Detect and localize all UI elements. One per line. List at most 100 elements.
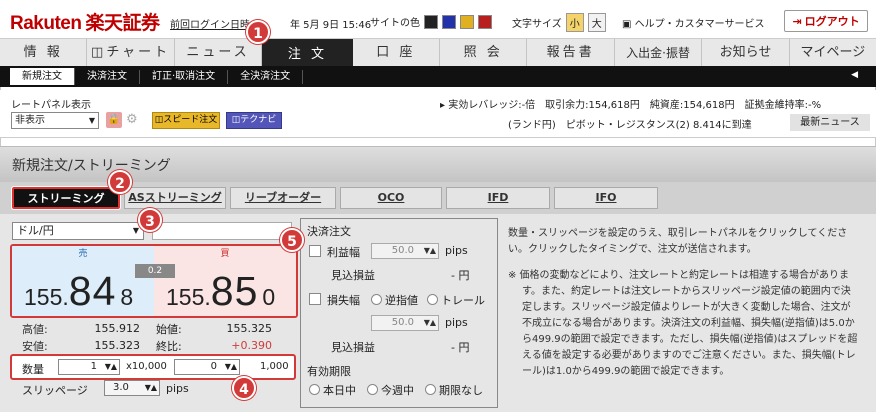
tab-deposit[interactable]: 入出金·振替 xyxy=(615,39,703,66)
tech-navi-button[interactable]: ◫テクナビ xyxy=(226,112,282,129)
bid-rate-button[interactable]: 売 155.84 8 xyxy=(12,246,154,316)
trail-radio[interactable] xyxy=(427,294,438,305)
quantity-row: 数量 1 ▼▲ x10,000 0 ▼▲ 1,000 xyxy=(10,354,296,380)
profit-label: 利益幅 xyxy=(327,246,360,259)
font-large-button[interactable]: 大 xyxy=(587,13,606,32)
tab-leave-order[interactable]: リーブオーダー xyxy=(230,187,336,209)
news-ticker[interactable]: (ランド円) ピボット・レジスタンス(2) 8.414に到達 xyxy=(508,116,752,131)
collapse-arrow-icon[interactable]: ◀ xyxy=(851,70,858,80)
instructions-intro: 数量・スリッページを設定のうえ、取引レートパネルをクリックしてください。クリック… xyxy=(508,228,848,255)
change-label: 終比: xyxy=(156,339,182,353)
last-login-link[interactable]: 前回ログイン日時 xyxy=(170,16,250,31)
stepper-arrows-icon[interactable]: ▼▲ xyxy=(424,244,436,258)
quantity-label: 数量 xyxy=(22,363,44,376)
last-login-date: 年 5月 9日 15:46 xyxy=(290,20,372,31)
quantity-unit: 1,000 xyxy=(260,361,289,372)
color-swatch-black[interactable] xyxy=(424,14,438,29)
tab-mypage[interactable]: マイページ xyxy=(790,39,876,66)
logo[interactable]: Rakuten 楽天証券 xyxy=(10,8,160,35)
tab-inquiry[interactable]: 照 会 xyxy=(440,39,528,66)
font-small-button[interactable]: 小 xyxy=(565,13,584,32)
stepper-arrows-icon[interactable]: ▼▲ xyxy=(424,316,436,330)
help-link[interactable]: ▣ ヘルプ・カスタマーサービス xyxy=(622,15,764,30)
validity-today-label: 本日中 xyxy=(323,384,356,397)
tab-as-streaming[interactable]: ASストリーミング xyxy=(124,187,226,209)
loss-est-label: 見込損益 xyxy=(331,341,375,354)
trail-label: トレール xyxy=(441,294,485,307)
tab-ifd[interactable]: IFD xyxy=(446,187,550,209)
stop-radio[interactable] xyxy=(371,294,382,305)
window-icon: ◫ xyxy=(154,115,164,125)
stepper-arrows-icon[interactable]: ▼▲ xyxy=(105,360,117,374)
validity-week-radio[interactable] xyxy=(367,384,378,395)
page-title: 新規注文/ストリーミング xyxy=(12,158,171,174)
pair-extra-field xyxy=(152,222,292,240)
high-label: 高値: xyxy=(22,322,48,336)
tab-chart[interactable]: ◫チャート xyxy=(87,39,175,66)
subnav-settle-order[interactable]: 決済注文 xyxy=(75,69,140,84)
site-color-label: サイトの色 xyxy=(370,18,420,29)
loss-unit: pips xyxy=(445,316,468,329)
speed-order-button[interactable]: ◫スピード注文 xyxy=(152,112,220,129)
rate-panel-label: レートパネル表示 xyxy=(11,100,91,111)
order-type-tabs: ストリーミング ASストリーミング リーブオーダー OCO IFD IFO xyxy=(0,182,876,214)
rate-panel-select[interactable]: 非表示 ▼ xyxy=(11,112,99,129)
subnav-modify-order[interactable]: 訂正·取消注文 xyxy=(140,69,229,84)
tab-info[interactable]: 情 報 xyxy=(0,39,88,66)
logout-button[interactable]: ⇥ ログアウト xyxy=(784,10,868,32)
profit-checkbox[interactable] xyxy=(309,245,321,257)
validity-today-radio[interactable] xyxy=(309,384,320,395)
profit-stepper[interactable]: 50.0 ▼▲ xyxy=(371,243,439,259)
subnav-all-settle[interactable]: 全決済注文 xyxy=(228,69,304,84)
validity-none-radio[interactable] xyxy=(425,384,436,395)
loss-checkbox[interactable] xyxy=(309,293,321,305)
validity-week-label: 今週中 xyxy=(381,384,414,397)
subnav-new-order[interactable]: 新規注文 xyxy=(10,68,75,85)
loss-label: 損失幅 xyxy=(327,294,360,307)
change-value: +0.390 xyxy=(231,339,272,352)
quantity-multiplier: x10,000 xyxy=(126,361,167,372)
chevron-down-icon: ▼ xyxy=(88,116,95,125)
stepper-arrows-icon[interactable]: ▼▲ xyxy=(145,381,157,395)
gear-icon[interactable]: ⚙ xyxy=(126,112,142,128)
color-swatch-yellow[interactable] xyxy=(460,14,474,29)
currency-pair-select[interactable]: ドル/円 ▼ xyxy=(12,222,144,240)
loss-stepper[interactable]: 50.0 ▼▲ xyxy=(371,315,439,331)
price-stats: 高値: 155.912 始値: 155.325 安値: 155.323 終比: … xyxy=(22,320,292,354)
tab-account[interactable]: 口 座 xyxy=(353,39,441,66)
quantity-stepper-2[interactable]: 0 ▼▲ xyxy=(174,359,240,375)
loss-est-value: - 円 xyxy=(451,341,470,354)
open-label: 始値: xyxy=(156,322,182,336)
ask-price: 155.85 0 xyxy=(166,268,276,314)
bid-price: 155.84 8 xyxy=(24,268,134,314)
ask-label: 買 xyxy=(220,249,230,259)
tab-notice[interactable]: お知らせ xyxy=(702,39,790,66)
tab-news[interactable]: ニュース xyxy=(175,39,263,66)
low-label: 安値: xyxy=(22,339,48,353)
spread-badge: 0.2 xyxy=(135,264,175,278)
annotation-marker-1: 1 xyxy=(246,20,270,44)
profit-est-label: 見込損益 xyxy=(331,269,375,282)
order-panel: ドル/円 ▼ 売 155.84 8 買 155.85 0 0.2 高値: 155.91… xyxy=(0,214,876,412)
high-value: 155.912 xyxy=(94,322,141,335)
tab-streaming[interactable]: ストリーミング xyxy=(11,186,121,210)
latest-news-button[interactable]: 最新ニュース xyxy=(790,114,870,131)
tab-ifo[interactable]: IFO xyxy=(554,187,658,209)
slippage-stepper[interactable]: 3.0 ▼▲ xyxy=(104,380,160,396)
low-value: 155.323 xyxy=(94,339,141,352)
tab-oco[interactable]: OCO xyxy=(340,187,442,209)
color-swatch-red[interactable] xyxy=(478,14,492,29)
settlement-title: 決済注文 xyxy=(307,225,351,238)
profit-est-value: - 円 xyxy=(451,269,470,282)
stepper-arrows-icon[interactable]: ▼▲ xyxy=(225,360,237,374)
header: Rakuten 楽天証券 前回ログイン日時 年 5月 9日 15:46 サイトの色… xyxy=(0,0,876,38)
quantity-stepper[interactable]: 1 ▼▲ xyxy=(58,359,120,375)
tab-order[interactable]: 注 文 xyxy=(262,39,353,66)
tab-report[interactable]: 報告書 xyxy=(527,39,615,66)
lock-icon[interactable]: 🔒 xyxy=(106,112,122,128)
sub-nav: 新規注文 決済注文 訂正·取消注文 全決済注文 ◀ xyxy=(0,66,876,87)
logout-icon: ⇥ xyxy=(792,14,802,28)
ask-rate-button[interactable]: 買 155.85 0 xyxy=(154,246,296,316)
color-swatch-blue[interactable] xyxy=(442,14,456,29)
instructions: 数量・スリッページを設定のうえ、取引レートパネルをクリックしてください。クリック… xyxy=(508,226,860,390)
